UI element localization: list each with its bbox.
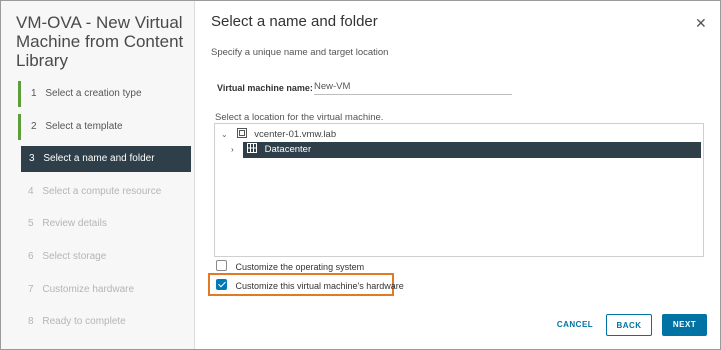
step-number: 5	[28, 218, 34, 229]
step-label: Select a template	[45, 121, 123, 132]
step-label: Review details	[42, 218, 107, 229]
step-select-name-folder[interactable]: 3 Select a name and folder	[21, 146, 191, 172]
step-label: Select a compute resource	[42, 186, 162, 197]
page-subtitle: Specify a unique name and target locatio…	[211, 47, 389, 58]
wizard-dialog: VM-OVA - New Virtual Machine from Conten…	[0, 0, 721, 350]
location-tree: ⌄ vcenter-01.vmw.lab › Datacenter	[214, 123, 704, 257]
customize-hardware-label: Customize this virtual machine's hardwar…	[235, 281, 404, 291]
step-label: Select a creation type	[45, 88, 142, 99]
step-review-details: 5 Review details	[18, 211, 191, 237]
step-label: Ready to complete	[42, 316, 126, 327]
step-number: 2	[31, 121, 37, 132]
step-select-compute-resource: 4 Select a compute resource	[18, 179, 191, 205]
tree-node-datacenter[interactable]: › Datacenter	[231, 142, 701, 158]
step-select-storage: 6 Select storage	[18, 244, 191, 270]
tree-node-vcenter[interactable]: ⌄ vcenter-01.vmw.lab	[221, 127, 336, 143]
step-select-template[interactable]: 2 Select a template	[18, 114, 191, 140]
step-label: Customize hardware	[42, 284, 135, 295]
chevron-down-icon[interactable]: ⌄	[221, 127, 229, 143]
location-label: Select a location for the virtual machin…	[215, 112, 384, 123]
step-number: 1	[31, 88, 37, 99]
close-icon[interactable]: ✕	[695, 15, 707, 32]
vcenter-icon	[236, 128, 247, 138]
vm-name-input[interactable]	[314, 78, 512, 95]
tree-node-label: vcenter-01.vmw.lab	[254, 129, 337, 140]
wizard-sidebar: VM-OVA - New Virtual Machine from Conten…	[1, 1, 195, 349]
customize-hardware-checkbox[interactable]	[216, 279, 227, 290]
customize-os-checkbox[interactable]	[216, 260, 227, 271]
wizard-title: VM-OVA - New Virtual Machine from Conten…	[16, 13, 184, 70]
page-title: Select a name and folder	[211, 13, 378, 30]
vm-name-label: Virtual machine name:	[217, 83, 313, 93]
step-number: 6	[28, 251, 34, 262]
step-select-creation-type[interactable]: 1 Select a creation type	[18, 81, 191, 107]
step-ready-to-complete: 8 Ready to complete	[18, 309, 191, 335]
step-label: Select a name and folder	[43, 153, 155, 164]
step-number: 8	[28, 316, 34, 327]
step-customize-hardware: 7 Customize hardware	[18, 277, 191, 303]
step-number: 7	[28, 284, 34, 295]
step-number: 3	[29, 153, 35, 164]
chevron-right-icon[interactable]: ›	[231, 142, 239, 158]
step-number: 4	[28, 186, 34, 197]
customize-hardware-option[interactable]: Customize this virtual machine's hardwar…	[216, 279, 404, 291]
cancel-button[interactable]: CANCEL	[548, 314, 602, 336]
step-label: Select storage	[42, 251, 107, 262]
back-button[interactable]: BACK	[606, 314, 652, 336]
customize-os-option[interactable]: Customize the operating system	[216, 260, 364, 272]
wizard-content: Select a name and folder ✕ Specify a uni…	[195, 1, 720, 349]
datacenter-icon	[247, 143, 257, 153]
customize-os-label: Customize the operating system	[235, 262, 365, 272]
next-button[interactable]: NEXT	[662, 314, 707, 336]
tree-node-label: Datacenter	[264, 144, 312, 155]
